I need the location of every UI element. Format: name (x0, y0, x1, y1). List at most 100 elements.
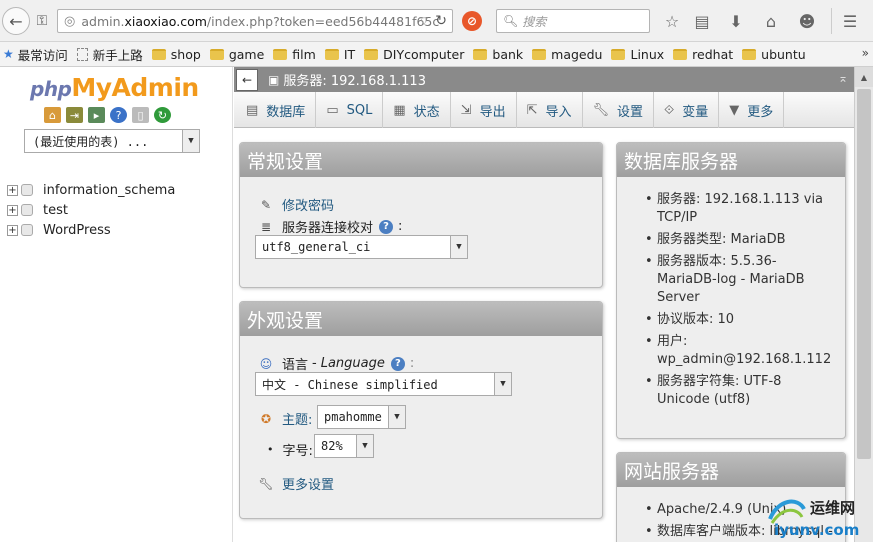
language-dash: - (312, 356, 317, 371)
expand-icon[interactable]: + (7, 184, 18, 196)
bookmark-item[interactable]: ubuntu (742, 47, 806, 62)
watermark-logo: 运维网 iyunv.com (768, 499, 859, 539)
home-icon[interactable]: ⌂ (759, 10, 783, 32)
database-name[interactable]: WordPress (43, 223, 111, 238)
logout-icon[interactable]: ⇥ (66, 107, 83, 123)
url-bar[interactable]: ◎ admin. xiaoxiao.com/index.php?token=eed… (57, 9, 453, 33)
folder-icon (324, 48, 339, 60)
docs-icon[interactable]: ? (110, 107, 127, 123)
tab-5[interactable]: 🔧︎ 设置 (583, 92, 655, 128)
language-icon: ☺ (259, 356, 273, 371)
database-name[interactable]: test (43, 203, 68, 218)
browser-toolbar: ← ⚿ ◎ admin. xiaoxiao.com/index.php?token… (0, 0, 873, 42)
bookmark-item[interactable]: film (273, 47, 316, 62)
expand-icon[interactable]: + (7, 204, 18, 216)
more-bookmarks-icon[interactable]: » (862, 46, 869, 60)
bookmark-item[interactable]: shop (151, 46, 201, 62)
bookmark-label: shop (170, 46, 201, 62)
status-icon: ▦ (393, 102, 406, 118)
tab-3[interactable]: ⇲ 导出 (451, 92, 517, 128)
star-icon: ★ (3, 47, 14, 61)
more-settings-link[interactable]: 更多设置 (282, 474, 334, 493)
help-icon[interactable]: ? (390, 356, 405, 371)
change-password-link[interactable]: 修改密码 (282, 195, 334, 214)
tab-1[interactable]: ▭ SQL (316, 92, 384, 128)
reload-icon[interactable]: ↻ (435, 13, 447, 29)
adblock-icon[interactable]: ⊘ (462, 11, 482, 31)
tab-4[interactable]: ⇱ 导入 (517, 92, 583, 128)
database-item[interactable]: + test (7, 200, 175, 220)
sql-icon: ▭ (326, 102, 339, 118)
bookmark-item[interactable]: 新手上路 (76, 45, 143, 64)
database-tree: + information_schema + test + WordPress (7, 180, 175, 240)
bookmark-label: IT (343, 46, 356, 62)
database-name[interactable]: information_schema (43, 183, 175, 198)
server-label[interactable]: 服务器: 192.168.1.113 (283, 70, 426, 89)
bookmark-label: magedu (551, 46, 603, 62)
collapse-nav-icon[interactable]: ← (236, 68, 258, 91)
tab-0[interactable]: ▤ 数据库 (234, 92, 317, 128)
phpmyadmin-logo[interactable]: phpMyAdmin (30, 73, 199, 102)
folder-icon (151, 48, 166, 60)
bookmark-item[interactable]: DIYcomputer (364, 47, 464, 62)
reading-list-icon[interactable]: ▤ (690, 10, 714, 32)
search-input[interactable]: 🔍︎ 搜索 (496, 9, 650, 33)
tab-label: SQL (346, 102, 373, 118)
scroll-up-icon[interactable]: ▲ (855, 67, 873, 87)
theme-value: pmahomme (324, 410, 382, 424)
bookmark-star-icon[interactable]: ☆ (660, 10, 684, 32)
database-item[interactable]: + WordPress (7, 220, 175, 240)
database-item[interactable]: + information_schema (7, 180, 175, 200)
download-icon[interactable]: ⬇ (724, 10, 748, 32)
bookmark-item[interactable]: magedu (532, 47, 602, 62)
bookmark-label: 最常访问 (17, 47, 68, 63)
database-icon: ▤ (246, 102, 259, 118)
bookmark-item[interactable]: redhat (673, 47, 733, 62)
bookmark-item[interactable]: ★ 最常访问 (3, 45, 68, 64)
tab-6[interactable]: ⟐ 变量 (654, 92, 720, 128)
export-icon: ⇲ (460, 102, 472, 118)
theme-label[interactable]: 主题: (282, 409, 312, 428)
tab-7[interactable]: ▼ 更多 (719, 92, 785, 128)
collation-select[interactable]: utf8_general_ci ▼ (255, 235, 468, 259)
theme-select[interactable]: pmahomme ▼ (317, 405, 406, 429)
key-icon[interactable]: ⚿ (30, 10, 54, 32)
emoji-icon[interactable]: ☻ (795, 10, 819, 32)
bookmark-item[interactable]: IT (324, 46, 356, 62)
database-icon (21, 224, 33, 236)
menu-icon[interactable]: ☰ (838, 10, 862, 32)
bookmark-item[interactable]: game (209, 47, 264, 62)
bookmark-item[interactable]: Linux (611, 47, 664, 62)
bookmark-label: bank (492, 46, 524, 62)
logo-php: php (30, 77, 72, 101)
info-item: 服务器类型: MariaDB (635, 231, 835, 249)
page-icon (76, 47, 88, 61)
recent-tables-select[interactable]: (最近使用的表) ... ▼ (24, 129, 200, 153)
fontsize-select[interactable]: 82% ▼ (314, 434, 374, 458)
database-server-panel: 数据库服务器 服务器: 192.168.1.113 via TCP/IP 服务器类… (616, 142, 846, 439)
scrollbar[interactable]: ▲ (854, 67, 873, 542)
help-icon[interactable]: ? (379, 219, 394, 234)
bookmark-label: 新手上路 (92, 47, 143, 63)
tab-2[interactable]: ▦ 状态 (383, 92, 451, 128)
query-window-icon[interactable]: ▸ (88, 107, 105, 123)
info-item: 服务器字符集: UTF-8 Unicode (utf8) (635, 373, 835, 409)
general-settings-panel: 常规设置 ✎ 修改密码 ≣ 服务器连接校对 ?: utf8_general_ci… (239, 142, 603, 288)
info-item: 协议版本: 10 (635, 311, 835, 329)
url-dropdown-icon[interactable]: ▽ (420, 16, 428, 27)
list-icon: ≣ (260, 219, 272, 234)
documentation-icon[interactable]: ▯ (132, 107, 149, 123)
expand-icon[interactable]: + (7, 224, 18, 236)
bookmark-label: Linux (630, 46, 665, 62)
web-server-title: 网站服务器 (617, 453, 845, 487)
server-tabs: ▤ 数据库 ▭ SQL ▦ 状态 ⇲ 导出 ⇱ 导入 🔧︎ 设置 ⟐ 变量 ▼ 更多 (234, 92, 854, 128)
theme-palette-icon: ✪ (260, 411, 272, 426)
back-button[interactable]: ← (2, 7, 30, 35)
language-select[interactable]: 中文 - Chinese simplified ▼ (255, 372, 512, 396)
bookmark-item[interactable]: bank (473, 47, 523, 62)
url-prefix: admin. (81, 13, 125, 29)
scrollbar-thumb[interactable] (857, 89, 871, 459)
home-icon[interactable]: ⌂ (44, 107, 61, 123)
collapse-icon[interactable]: ⌅ (838, 71, 848, 85)
reload-nav-icon[interactable]: ↻ (154, 107, 171, 123)
